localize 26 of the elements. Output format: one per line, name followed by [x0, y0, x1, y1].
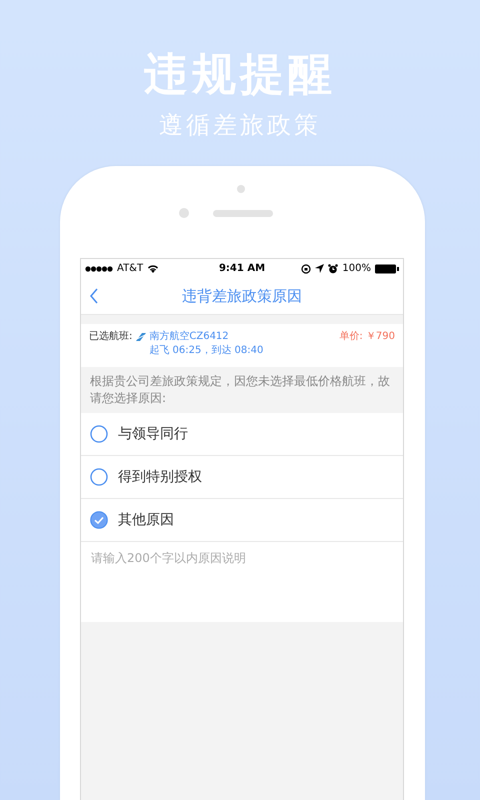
flight-label: 已选航班:	[89, 330, 132, 344]
battery-icon	[374, 264, 399, 274]
camera-icon	[178, 208, 188, 218]
carrier-name: AT&T	[117, 263, 144, 274]
reason-option[interactable]: 与领导同行	[81, 413, 403, 456]
radio-checked-icon[interactable]	[90, 511, 108, 529]
location-icon	[315, 264, 324, 273]
status-time: 9:41 AM	[218, 263, 266, 274]
airline-logo-icon	[136, 333, 146, 341]
airline-flight: 南方航空CZ6412	[149, 330, 229, 344]
signal-icon	[85, 266, 113, 272]
sensor-icon	[236, 185, 244, 193]
reason-option[interactable]: 得到特别授权	[81, 456, 403, 499]
back-icon[interactable]	[89, 288, 99, 304]
battery-percent: 100%	[342, 263, 371, 274]
alarm-icon	[328, 264, 338, 274]
radio-icon[interactable]	[90, 425, 108, 443]
wifi-icon	[147, 264, 160, 273]
speaker-icon	[212, 210, 272, 217]
flight-times: 起飞 06:25，到达 08:40	[148, 344, 264, 358]
reason-option[interactable]: 其他原因	[81, 499, 403, 542]
radio-icon[interactable]	[90, 468, 108, 486]
screen-title: 违背差旅政策原因	[182, 286, 302, 306]
explanation-field[interactable]: 请输入200个字以内原因说明	[81, 542, 403, 622]
rotation-lock-icon	[301, 264, 312, 274]
unit-price: 单价: ￥790	[339, 330, 395, 344]
